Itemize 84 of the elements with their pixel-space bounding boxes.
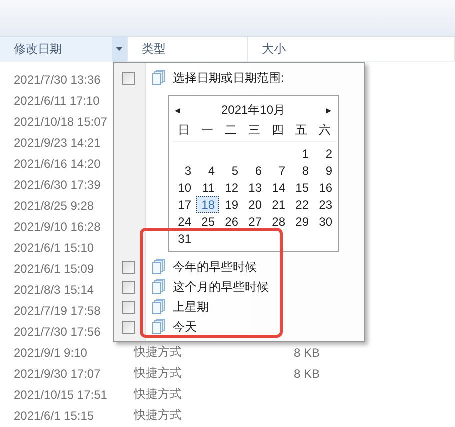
filter-option[interactable]: 这个月的早些时候 [173,278,269,296]
checkbox[interactable] [122,280,135,294]
date-cell-text: 2021/8/3 15:14 [13,282,96,296]
date-cell-text: 2021/6/30 17:39 [13,178,102,192]
date-cell-text: 2021/6/16 14:20 [13,156,102,170]
calendar-day[interactable]: 29 [290,213,313,230]
calendar-day[interactable]: 25 [196,213,219,230]
calendar-day[interactable]: 30 [313,213,336,230]
weekday-label: 四 [266,120,290,142]
calendar-day[interactable]: 31 [172,230,196,247]
weekday-label: 五 [290,120,313,142]
month-title: 2021年10月 [221,102,286,118]
calendar-day[interactable]: 17 [172,196,196,213]
calendar-day[interactable]: 4 [196,162,219,179]
type-cell-text: 快捷方式 [132,365,183,382]
checkbox[interactable] [122,260,135,274]
calendar-day[interactable]: 7 [266,162,290,179]
calendar-day[interactable]: 22 [290,196,313,213]
dropdown-button[interactable] [112,36,127,62]
weekday-label: 二 [219,120,242,142]
type-cell-text: 快捷方式 [132,407,183,424]
calendar-day[interactable]: 3 [172,162,196,179]
calendar-day[interactable]: 24 [172,213,196,230]
column-header[interactable]: 大小 [248,37,455,61]
date-cell-text: 2021/8/25 9:28 [13,198,96,212]
column-header[interactable]: 类型 [128,37,248,61]
weekday-label: 日 [172,120,196,142]
size-cell-text: 8 KB [293,346,322,360]
calendar-day[interactable]: 27 [242,213,266,230]
checkbox[interactable] [122,300,135,314]
date-cell-text: 2021/7/30 13:36 [13,72,102,86]
calendar-day[interactable]: 28 [266,213,290,230]
previous-month-button[interactable]: ◂ [175,104,181,116]
calendar-day[interactable]: 8 [290,162,313,179]
calendar-day[interactable]: 12 [219,179,242,196]
type-cell-text: 快捷方式 [132,386,183,403]
calendar-day[interactable]: 16 [313,179,336,196]
calendar-day[interactable]: 20 [242,196,266,213]
caret-icon [116,47,123,51]
calendar-day[interactable]: 1 [290,145,313,162]
calendar-day[interactable]: 6 [242,162,266,179]
pages-icon [152,259,166,275]
date-cell-text: 2021/9/10 16:28 [13,220,102,234]
calendar-day[interactable]: 23 [313,196,336,213]
date-cell-text: 2021/6/1 15:10 [13,240,96,254]
column-header[interactable]: 修改日期 [0,37,128,61]
calendar-day[interactable]: 10 [172,179,196,196]
checkbox[interactable] [122,72,135,84]
weekday-label: 一 [196,120,219,142]
weekday-label: 三 [242,120,266,142]
type-cell-text: 快捷方式 [132,344,183,361]
filter-option[interactable]: 上星期 [173,298,209,316]
next-month-button[interactable]: ▸ [326,104,332,116]
checkbox[interactable] [122,320,135,334]
pages-icon [152,70,166,86]
calendar-day[interactable]: 9 [313,162,336,179]
date-cell-text: 2021/10/15 17:51 [13,388,108,402]
pages-icon [152,279,166,295]
calendar-day[interactable]: 5 [219,162,242,179]
date-cell-text: 2021/10/18 15:07 [13,114,108,128]
date-cell-text: 2021/7/19 17:58 [13,304,102,318]
calendar-day[interactable]: 19 [219,196,242,213]
date-cell-text: 2021/6/1 15:15 [13,408,96,422]
calendar-day[interactable]: 11 [196,179,219,196]
date-cell-text: 2021/9/23 14:21 [13,136,102,150]
date-cell-text: 2021/6/1 15:09 [13,262,96,276]
calendar-day[interactable]: 15 [290,179,313,196]
date-cell-text: 2021/9/30 17:07 [13,366,102,380]
filter-option[interactable]: 选择日期或日期范围: [173,70,284,86]
calendar-day[interactable]: 2 [313,145,336,162]
calendar-day[interactable]: 18 [196,196,219,213]
date-cell-text: 2021/9/1 9:10 [13,346,88,360]
pages-icon [152,299,166,315]
date-cell-text: 2021/7/30 17:56 [13,324,102,338]
calendar-day[interactable]: 21 [266,196,290,213]
date-cell-text: 2021/6/11 17:10 [13,94,101,108]
calendar-day[interactable]: 13 [242,179,266,196]
calendar-day[interactable]: 26 [219,213,242,230]
filter-option[interactable]: 今天 [173,318,197,336]
filter-option[interactable]: 今年的早些时候 [173,258,257,276]
calendar-day[interactable]: 14 [266,179,290,196]
size-cell-text: 8 KB [293,366,322,380]
pages-icon [152,319,166,335]
weekday-label: 六 [313,120,336,142]
